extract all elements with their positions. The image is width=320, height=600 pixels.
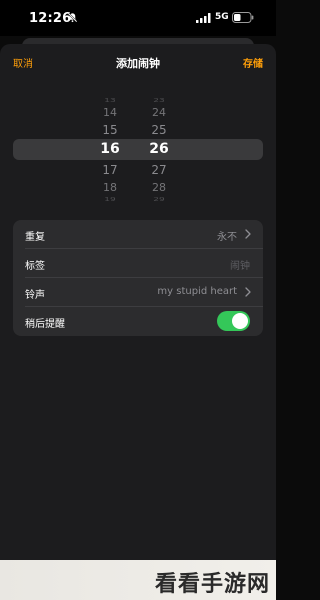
repeat-value: 永不 <box>217 232 237 243</box>
network-type: 5G <box>215 12 229 22</box>
minute-option[interactable]: 24 <box>144 106 174 120</box>
sound-row[interactable]: 铃声 my stupid heart <box>13 278 263 307</box>
hour-selected[interactable]: 16 <box>95 142 125 156</box>
signal-bars-icon <box>196 13 211 23</box>
minute-wheel[interactable]: 23 24 25 26 27 28 29 <box>144 90 174 210</box>
repeat-row[interactable]: 重复 永不 <box>13 220 263 249</box>
sound-value: my stupid heart <box>157 286 237 297</box>
battery-icon <box>232 12 254 23</box>
watermark-logo: 看看手游网 <box>154 571 270 597</box>
hour-option[interactable]: 18 <box>95 181 125 195</box>
chevron-right-icon <box>245 287 251 297</box>
minute-option[interactable]: 29 <box>144 196 174 204</box>
hour-option[interactable]: 14 <box>95 106 125 120</box>
status-time: 12:26 <box>29 11 72 26</box>
alarm-settings-group: 重复 永不 标签 闹钟 铃声 my stupid heart 稍后提醒 <box>13 220 263 336</box>
hour-option[interactable]: 15 <box>95 123 125 137</box>
repeat-label: 重复 <box>25 232 45 243</box>
minute-option[interactable]: 25 <box>144 123 174 137</box>
hour-wheel[interactable]: 13 14 15 16 17 18 19 <box>95 90 125 210</box>
save-button[interactable]: 存储 <box>243 55 263 70</box>
chevron-right-icon <box>245 229 251 239</box>
snooze-label: 稍后提醒 <box>25 319 65 330</box>
bell-muted-icon <box>67 12 78 23</box>
label-input[interactable]: 闹钟 <box>230 257 250 272</box>
snooze-row: 稍后提醒 <box>13 307 263 336</box>
picker-selection-highlight <box>13 139 263 160</box>
hour-option[interactable]: 13 <box>95 97 125 105</box>
snooze-toggle[interactable] <box>217 311 250 331</box>
minute-option[interactable]: 27 <box>144 163 174 177</box>
sound-label: 铃声 <box>25 290 45 301</box>
hour-option[interactable]: 19 <box>95 196 125 204</box>
hour-option[interactable]: 17 <box>95 163 125 177</box>
toggle-knob <box>232 313 248 329</box>
label-row[interactable]: 标签 闹钟 <box>13 249 263 278</box>
status-bar: 12:26 5G <box>0 0 276 36</box>
label-label: 标签 <box>25 261 45 272</box>
page-title: 添加闹钟 <box>116 57 160 70</box>
minute-option[interactable]: 23 <box>144 97 174 105</box>
minute-option[interactable]: 28 <box>144 181 174 195</box>
minute-selected[interactable]: 26 <box>144 142 174 156</box>
